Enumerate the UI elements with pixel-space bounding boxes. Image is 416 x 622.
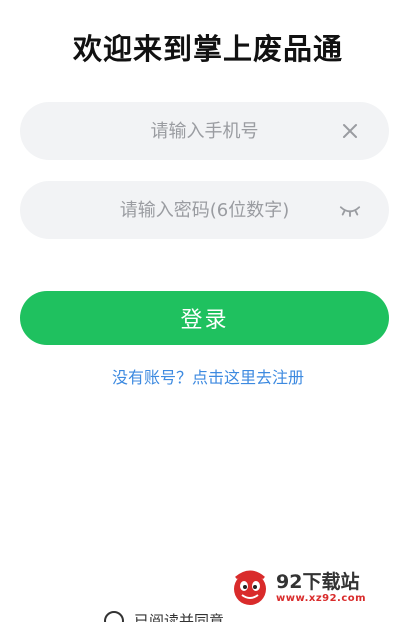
register-link[interactable]: 没有账号？点击这里去注册 <box>0 364 416 388</box>
watermark-url: www.xz92.com <box>276 592 367 604</box>
eye-closed-icon[interactable] <box>339 199 361 221</box>
login-button[interactable]: 登录 <box>20 291 389 345</box>
clear-icon[interactable] <box>339 120 361 142</box>
password-field[interactable] <box>20 181 389 239</box>
page-title: 欢迎来到掌上废品通 <box>72 32 343 66</box>
login-page: 欢迎来到掌上废品通 登录 没有账号？点击这里去注册 <box>0 0 416 622</box>
agreement-row[interactable]: 已阅读并同意 <box>104 610 224 622</box>
watermark-name: 92下载站 <box>276 571 360 594</box>
checkbox-circle-icon[interactable] <box>104 610 124 622</box>
watermark: 92下载站 www.xz92.com <box>230 566 408 610</box>
agreement-text: 已阅读并同意 <box>134 612 225 622</box>
phone-field[interactable] <box>20 102 389 160</box>
watermark-logo-icon <box>234 570 266 605</box>
password-input[interactable] <box>20 181 389 239</box>
phone-input[interactable] <box>20 102 389 160</box>
